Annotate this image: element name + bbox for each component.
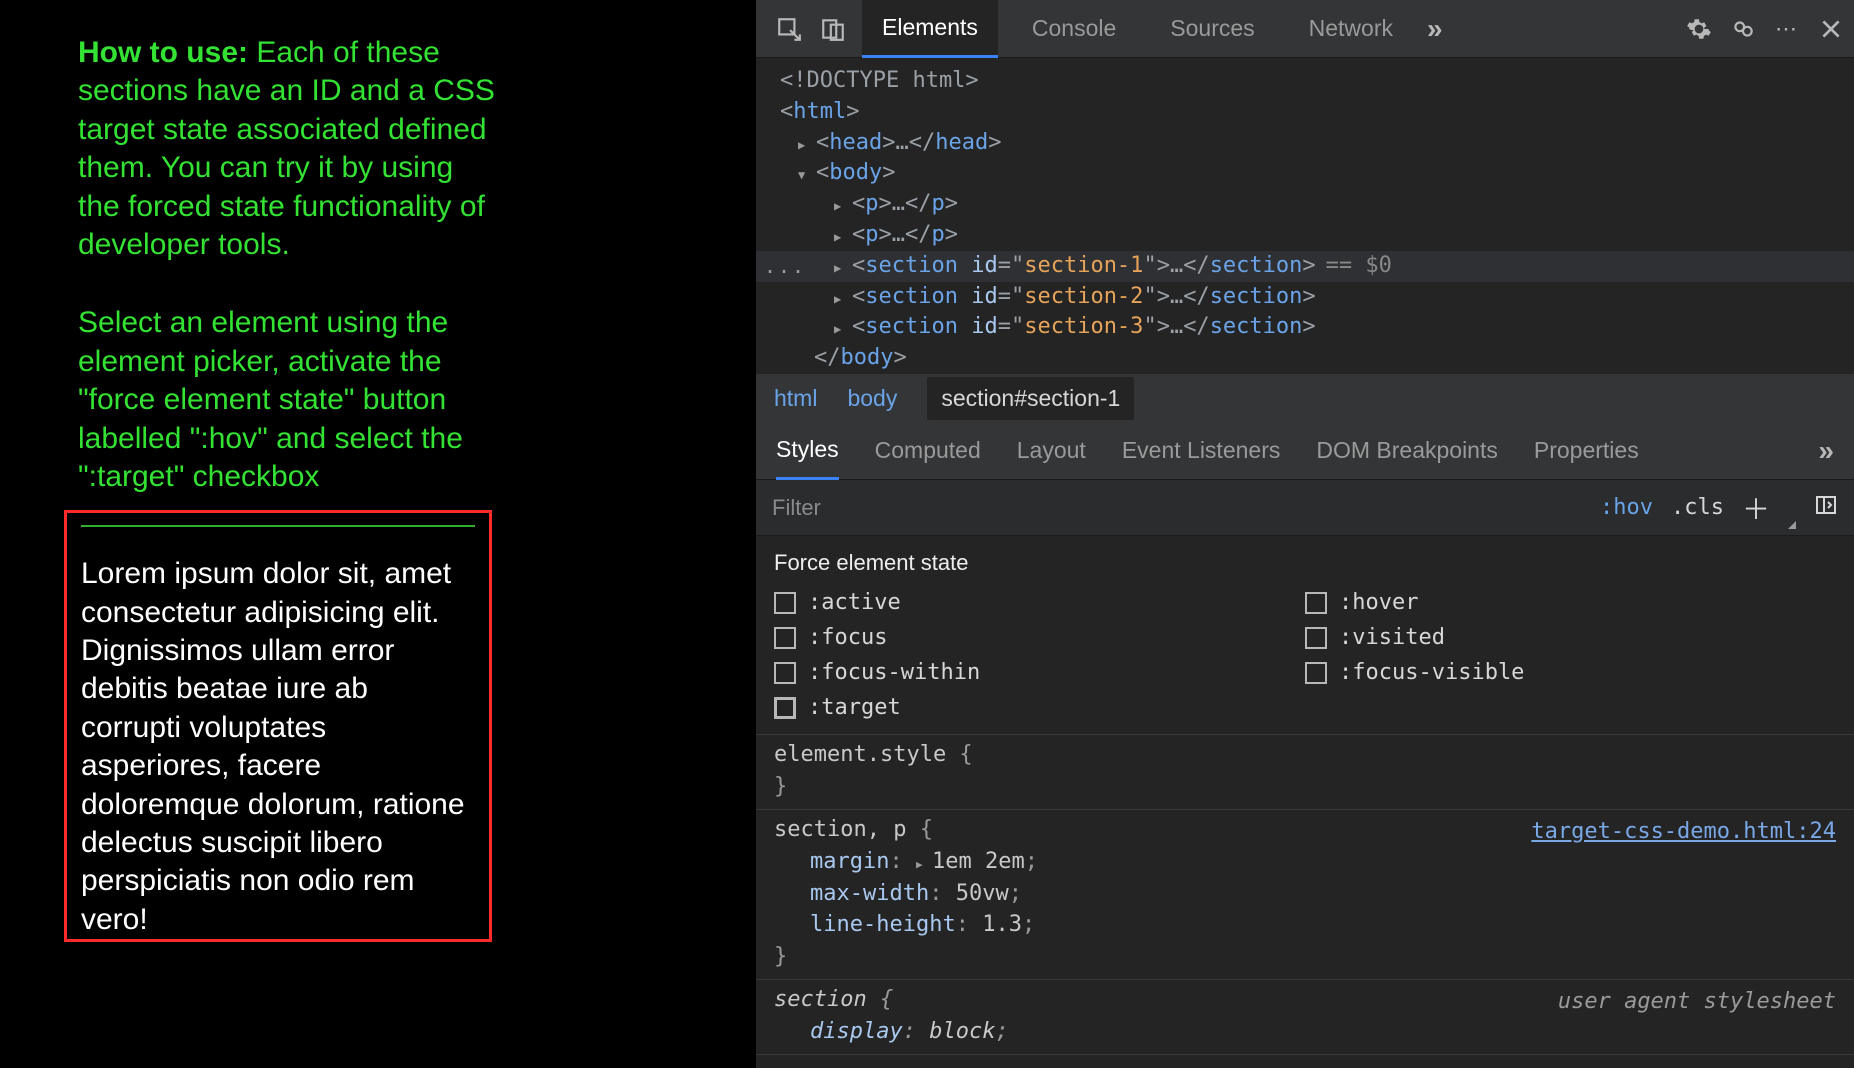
tab-elements-label: Elements [882, 14, 978, 41]
intro-paragraph-2: Select an element using the element pick… [78, 304, 498, 496]
devtools-toolbar: Elements Console Sources Network » ⋯ [756, 0, 1854, 58]
dom-row-section-1[interactable]: ... <section id="section-1">…</section>=… [756, 251, 1854, 282]
dom-row-section-3[interactable]: <section id="section-3">…</section> [756, 312, 1854, 343]
subtab-styles[interactable]: Styles [776, 422, 839, 480]
dom-tree[interactable]: <!DOCTYPE html> <html> <head>…</head> <b… [756, 58, 1854, 374]
styles-filter-row: :hov .cls ＋ [756, 480, 1854, 536]
devtools-panel: Elements Console Sources Network » ⋯ <!D… [756, 0, 1854, 1068]
close-devtools-icon[interactable] [1816, 14, 1846, 44]
dom-row-section-2[interactable]: <section id="section-2">…</section> [756, 282, 1854, 313]
checkbox-icon[interactable] [1305, 662, 1327, 684]
device-toggle-icon[interactable] [818, 14, 848, 44]
tabs-overflow-icon[interactable]: » [1427, 13, 1443, 45]
ua-stylesheet-label: user agent stylesheet [1558, 986, 1836, 1018]
force-target[interactable]: :target [774, 695, 1305, 720]
rule-element-style[interactable]: element.style { } [756, 735, 1854, 810]
subtab-computed[interactable]: Computed [875, 422, 981, 480]
force-element-state-panel: Force element state :active :hover :focu… [756, 536, 1854, 735]
intro-text: Each of these sections have an ID and a … [78, 36, 495, 261]
toggle-sidebar-icon[interactable] [1814, 493, 1838, 523]
force-focus-within[interactable]: :focus-within [774, 660, 1305, 685]
tab-network[interactable]: Network [1289, 0, 1413, 58]
plus-dropdown-icon[interactable] [1788, 521, 1796, 529]
checkbox-icon[interactable] [1305, 592, 1327, 614]
tab-sources[interactable]: Sources [1150, 0, 1274, 58]
rendered-page-pane: How to use: Each of these sections have … [0, 0, 756, 1068]
rule-section-p[interactable]: target-css-demo.html:24 section, p { mar… [756, 810, 1854, 980]
checkbox-icon[interactable] [774, 697, 796, 719]
crumb-section[interactable]: section#section-1 [927, 377, 1134, 420]
subtab-dom-breakpoints[interactable]: DOM Breakpoints [1316, 422, 1498, 480]
dom-row-body-close[interactable]: </body> [756, 343, 1854, 374]
dom-row-body-open[interactable]: <body> [756, 158, 1854, 189]
tab-network-label: Network [1309, 15, 1393, 42]
tab-elements[interactable]: Elements [862, 0, 998, 58]
targeted-section: Lorem ipsum dolor sit, amet consectetur … [64, 510, 492, 942]
tab-console[interactable]: Console [1012, 0, 1136, 58]
issues-icon[interactable] [1728, 14, 1758, 44]
subtabs-overflow-icon[interactable]: » [1818, 435, 1834, 467]
subtab-layout[interactable]: Layout [1017, 422, 1086, 480]
tab-console-label: Console [1032, 15, 1116, 42]
styles-subtabs: Styles Computed Layout Event Listeners D… [756, 422, 1854, 480]
force-hover[interactable]: :hover [1305, 590, 1836, 615]
force-active[interactable]: :active [774, 590, 1305, 615]
hov-toggle[interactable]: :hov [1600, 495, 1653, 520]
gutter-ellipsis: ... [756, 252, 814, 280]
dom-row-p2[interactable]: <p>…</p> [756, 220, 1854, 251]
intro-paragraph: How to use: Each of these sections have … [78, 34, 498, 264]
dom-breadcrumb: html body section#section-1 [756, 374, 1854, 422]
lorem-text: Lorem ipsum dolor sit, amet consectetur … [81, 555, 475, 939]
force-state-title: Force element state [774, 550, 1836, 576]
inspect-icon[interactable] [774, 14, 804, 44]
new-style-rule-icon[interactable]: ＋ [1742, 488, 1770, 528]
checkbox-icon[interactable] [1305, 627, 1327, 649]
subtab-event-listeners[interactable]: Event Listeners [1122, 422, 1281, 480]
force-focus-visible[interactable]: :focus-visible [1305, 660, 1836, 685]
dom-row-html-open[interactable]: <html> [756, 97, 1854, 128]
cls-toggle[interactable]: .cls [1671, 495, 1724, 520]
dom-row-head[interactable]: <head>…</head> [756, 128, 1854, 159]
crumb-body[interactable]: body [847, 385, 897, 412]
force-focus[interactable]: :focus [774, 625, 1305, 650]
checkbox-icon[interactable] [774, 592, 796, 614]
dom-row-doctype[interactable]: <!DOCTYPE html> [756, 66, 1854, 97]
style-rules: element.style { } target-css-demo.html:2… [756, 735, 1854, 1068]
checkbox-icon[interactable] [774, 627, 796, 649]
checkbox-icon[interactable] [774, 662, 796, 684]
dom-row-p1[interactable]: <p>…</p> [756, 189, 1854, 220]
rule-ua-section[interactable]: user agent stylesheet section { display:… [756, 980, 1854, 1055]
subtab-properties[interactable]: Properties [1534, 422, 1639, 480]
force-visited[interactable]: :visited [1305, 625, 1836, 650]
kebab-menu-icon[interactable]: ⋯ [1772, 14, 1802, 44]
tab-sources-label: Sources [1170, 15, 1254, 42]
intro-strong: How to use: [78, 36, 248, 69]
source-link[interactable]: target-css-demo.html:24 [1531, 816, 1836, 848]
crumb-html[interactable]: html [774, 385, 817, 412]
section-divider [81, 525, 475, 527]
settings-gear-icon[interactable] [1684, 14, 1714, 44]
styles-filter-input[interactable] [772, 495, 1582, 521]
